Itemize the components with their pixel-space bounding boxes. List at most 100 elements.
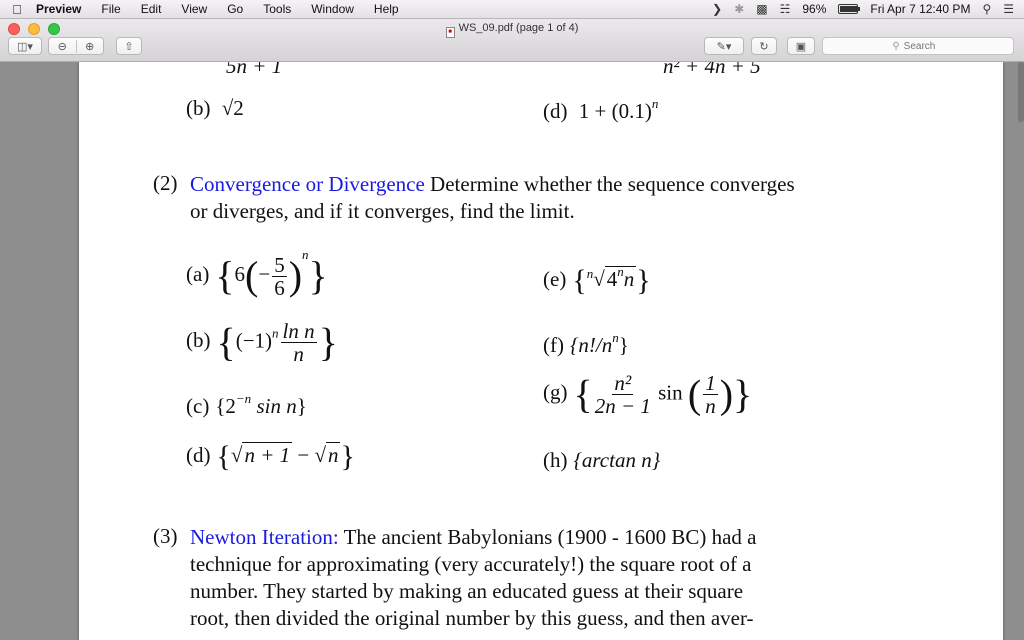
menu-help[interactable]: Help bbox=[364, 2, 409, 16]
zoom-control: ⊖ ⊕ bbox=[48, 37, 104, 55]
title-bar: ■ WS_09.pdf (page 1 of 4) ◫▾ ⊖ ⊕ ⇧ ✎▾ ↻ ▣ bbox=[0, 19, 1024, 62]
item-label: (f) bbox=[543, 333, 564, 357]
math-expr: {n!/n bbox=[569, 333, 613, 357]
math-expr: {arctan n} bbox=[573, 448, 661, 472]
zoom-in-icon[interactable]: ⊕ bbox=[75, 39, 104, 53]
item-label: (a) bbox=[186, 262, 210, 286]
share-button[interactable]: ⇧ bbox=[116, 37, 142, 55]
rotate-icon: ↻ bbox=[759, 40, 769, 53]
problem-2h: (h) {arctan n} bbox=[543, 448, 660, 473]
section-2-text-2: or diverges, and if it converges, find t… bbox=[190, 199, 575, 223]
rotate-button[interactable]: ↻ bbox=[751, 37, 777, 55]
math-expr: − bbox=[292, 442, 315, 467]
problem-2f: (f) {n!/nn} bbox=[543, 330, 629, 358]
toolbar: ◫▾ ⊖ ⊕ ⇧ ✎▾ ↻ ▣ ⚲ bbox=[0, 37, 1024, 59]
root-index: n bbox=[586, 266, 594, 281]
battery-icon[interactable] bbox=[838, 4, 861, 14]
math-expr: 2 bbox=[225, 394, 236, 418]
menu-bar:  Preview File Edit View Go Tools Window… bbox=[0, 0, 1024, 19]
share-icon: ⇧ bbox=[124, 40, 134, 53]
item-label: (d) bbox=[543, 99, 568, 123]
menu-file[interactable]: File bbox=[91, 2, 130, 16]
math-fraction: 56 bbox=[272, 254, 287, 299]
menu-edit[interactable]: Edit bbox=[131, 2, 172, 16]
item-label: (e) bbox=[543, 267, 567, 291]
markup-button[interactable]: ✎▾ bbox=[704, 37, 744, 55]
section-3-paragraph: Newton Iteration: The ancient Babylonian… bbox=[190, 524, 890, 632]
math-expr: √2 bbox=[221, 96, 244, 120]
vertical-scrollbar[interactable] bbox=[1018, 62, 1024, 122]
radicand: n + 1 bbox=[242, 441, 293, 467]
item-label: (h) bbox=[543, 448, 568, 472]
frac-den: n bbox=[705, 394, 716, 418]
section-3-number: (3) bbox=[153, 524, 178, 548]
radicand: n bbox=[325, 441, 341, 467]
frac-num: 5 bbox=[272, 252, 287, 277]
item-label: (b) bbox=[186, 96, 211, 120]
menu-go[interactable]: Go bbox=[217, 2, 253, 16]
item-label: (d) bbox=[186, 442, 211, 467]
item-label: (g) bbox=[543, 380, 568, 405]
math-fraction: 1n bbox=[703, 372, 718, 417]
wifi-icon[interactable]: ☵ bbox=[780, 2, 791, 16]
math-sup: n bbox=[651, 96, 659, 111]
prev-expr-left: 5n + 1 bbox=[226, 62, 283, 78]
status-tray: ❯ ✱ ▩ ☵ 96% Fri Apr 7 12:40 PM ⚲ ☰ bbox=[712, 2, 1024, 16]
pen-icon: ✎▾ bbox=[716, 40, 732, 53]
frac-num: ln n bbox=[280, 319, 317, 343]
section-3-line-1: The ancient Babylonians (1900 - 1600 BC)… bbox=[338, 525, 757, 549]
section-3-line-2: technique for approximating (very accura… bbox=[190, 552, 752, 576]
menu-tools[interactable]: Tools bbox=[253, 2, 301, 16]
section-3-heading: Newton Iteration: bbox=[190, 525, 339, 549]
math-coef: 6 bbox=[234, 262, 246, 286]
prev-item-d: (d) 1 + (0.1)n bbox=[543, 96, 658, 124]
math-expr: (−1) bbox=[235, 328, 273, 353]
problem-2e: (e) {n√4nn} bbox=[543, 264, 651, 298]
math-expr: sin n bbox=[251, 394, 297, 418]
section-2-paragraph: Convergence or Divergence Determine whet… bbox=[190, 171, 890, 225]
radicand: 4nn bbox=[604, 264, 637, 291]
problem-2a: (a) {6(− 5 6)n} bbox=[186, 247, 328, 300]
math-fraction: ln nn bbox=[280, 319, 317, 365]
bluetooth-icon[interactable]: ✱ bbox=[734, 2, 744, 16]
frac-num: n² bbox=[612, 371, 634, 395]
frac-num: 1 bbox=[703, 371, 718, 395]
document-title-text: WS_09.pdf (page 1 of 4) bbox=[458, 22, 579, 34]
pdf-page[interactable]: 5n + 1 n² + 4n + 5 (b) √2 (d) 1 + (0.1)n… bbox=[79, 62, 1003, 640]
math-expr: n bbox=[623, 267, 635, 291]
problem-2g: (g){n² 2n − 1 sin (1 n)} bbox=[543, 371, 753, 418]
problem-2b: (b) {(−1)n ln n n} bbox=[186, 319, 338, 366]
problem-2d: (d) {√n + 1 − √n} bbox=[186, 440, 355, 473]
keyboard-icon[interactable]: ▩ bbox=[756, 2, 767, 16]
section-3-line-4: root, then divided the original number b… bbox=[190, 606, 754, 630]
problem-2c: (c) {2−n sin n} bbox=[186, 391, 307, 418]
math-expr: 1 + (0.1) bbox=[578, 99, 652, 123]
clock[interactable]: Fri Apr 7 12:40 PM bbox=[870, 2, 970, 16]
toolbox-button[interactable]: ▣ bbox=[787, 37, 815, 55]
frac-den: 2n − 1 bbox=[594, 394, 651, 418]
search-field[interactable]: ⚲ bbox=[822, 37, 1014, 55]
zoom-out-icon[interactable]: ⊖ bbox=[49, 40, 76, 53]
prev-item-b: (b) √2 bbox=[186, 96, 244, 121]
apple-menu-icon[interactable]:  bbox=[0, 2, 34, 17]
item-label: (b) bbox=[186, 328, 211, 353]
search-input[interactable] bbox=[903, 40, 944, 52]
menu-window[interactable]: Window bbox=[301, 2, 364, 16]
menu-view[interactable]: View bbox=[171, 2, 217, 16]
search-icon: ⚲ bbox=[892, 40, 900, 52]
sidebar-view-button[interactable]: ◫▾ bbox=[8, 37, 42, 55]
math-sup: n bbox=[272, 325, 279, 341]
notification-center-icon[interactable]: ☰ bbox=[1003, 2, 1014, 16]
section-2-heading: Convergence or Divergence bbox=[190, 172, 425, 196]
frac-den: 6 bbox=[274, 275, 285, 300]
arrow-icon[interactable]: ❯ bbox=[712, 2, 722, 16]
spotlight-icon[interactable]: ⚲ bbox=[982, 2, 991, 16]
document-viewer[interactable]: 5n + 1 n² + 4n + 5 (b) √2 (d) 1 + (0.1)n… bbox=[0, 62, 1024, 640]
sidebar-icon: ◫▾ bbox=[17, 40, 33, 53]
prev-expr-right: n² + 4n + 5 bbox=[663, 62, 761, 78]
section-2-text-1: Determine whether the sequence converges bbox=[424, 172, 795, 196]
section-3-line-3: number. They started by making an educat… bbox=[190, 579, 744, 603]
battery-percent[interactable]: 96% bbox=[802, 2, 826, 16]
item-label: (c) bbox=[186, 394, 210, 418]
menu-app-name[interactable]: Preview bbox=[34, 2, 91, 16]
